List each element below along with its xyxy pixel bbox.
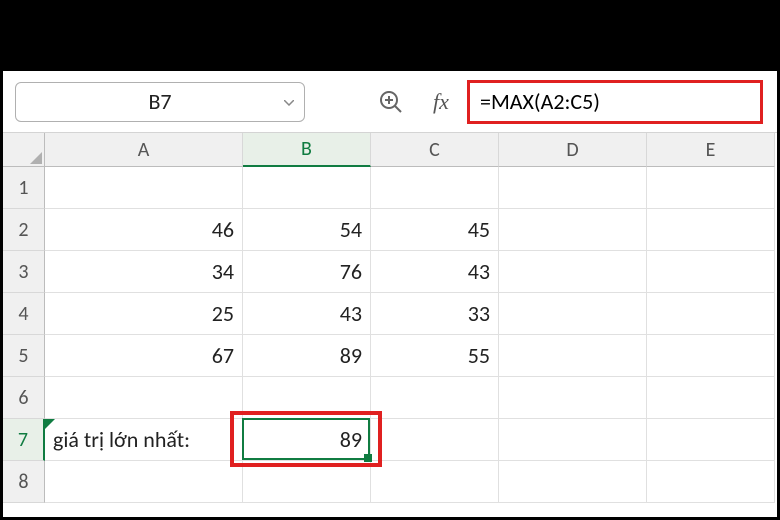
cell-E2[interactable] [647, 209, 775, 251]
formula-bar[interactable]: =MAX(A2:C5) [467, 80, 763, 124]
col-header-A[interactable]: A [45, 133, 243, 167]
col-header-E[interactable]: E [647, 133, 775, 167]
cell-A1[interactable] [45, 167, 243, 209]
col-header-D[interactable]: D [499, 133, 647, 167]
cell-D6[interactable] [499, 377, 647, 419]
select-all-corner[interactable] [3, 133, 45, 167]
cell-A3[interactable]: 34 [45, 251, 243, 293]
corner-triangle-icon [30, 152, 42, 164]
row-headers: 1 2 3 4 5 6 7 8 [3, 167, 45, 503]
row-header-2[interactable]: 2 [3, 209, 45, 251]
cell-A5[interactable]: 67 [45, 335, 243, 377]
cell-C2[interactable]: 45 [371, 209, 499, 251]
cell-E8[interactable] [647, 461, 775, 503]
cell-D7[interactable] [499, 419, 647, 461]
top-border-area [3, 3, 777, 71]
cell-E6[interactable] [647, 377, 775, 419]
cell-C4[interactable]: 33 [371, 293, 499, 335]
cell-E3[interactable] [647, 251, 775, 293]
name-box-value: B7 [148, 88, 171, 115]
cell-E5[interactable] [647, 335, 775, 377]
cell-D5[interactable] [499, 335, 647, 377]
row-header-8[interactable]: 8 [3, 461, 45, 503]
cell-B5[interactable]: 89 [243, 335, 371, 377]
chevron-down-icon[interactable] [284, 93, 294, 110]
cell-A8[interactable] [45, 461, 243, 503]
cell-C1[interactable] [371, 167, 499, 209]
cell-B8[interactable] [243, 461, 371, 503]
row-header-1[interactable]: 1 [3, 167, 45, 209]
formula-toolbar: B7 fx =MAX(A2:C5) [3, 71, 777, 133]
cell-A2[interactable]: 46 [45, 209, 243, 251]
cell-A6[interactable] [45, 377, 243, 419]
cell-B3[interactable]: 76 [243, 251, 371, 293]
cell-E7[interactable] [647, 419, 775, 461]
cell-D1[interactable] [499, 167, 647, 209]
row-header-3[interactable]: 3 [3, 251, 45, 293]
cell-A4[interactable]: 25 [45, 293, 243, 335]
cell-C6[interactable] [371, 377, 499, 419]
cell-D2[interactable] [499, 209, 647, 251]
row-header-6[interactable]: 6 [3, 377, 45, 419]
cells-container: 46 54 45 34 76 43 25 43 33 67 [45, 167, 777, 503]
cell-B2[interactable]: 54 [243, 209, 371, 251]
cell-C7[interactable] [371, 419, 499, 461]
column-headers: A B C D E [45, 133, 777, 167]
cell-B6[interactable] [243, 377, 371, 419]
formula-bar-value: =MAX(A2:C5) [480, 88, 600, 115]
cell-D4[interactable] [499, 293, 647, 335]
zoom-search-icon[interactable] [375, 86, 407, 118]
col-header-B[interactable]: B [243, 133, 371, 167]
cell-B7[interactable]: 89 [243, 419, 371, 461]
cell-C5[interactable]: 55 [371, 335, 499, 377]
cell-A7[interactable]: giá trị lớn nhất: [45, 419, 243, 461]
row-header-4[interactable]: 4 [3, 293, 45, 335]
cell-D3[interactable] [499, 251, 647, 293]
fx-icon[interactable]: fx [425, 86, 457, 118]
row-header-5[interactable]: 5 [3, 335, 45, 377]
row-header-7[interactable]: 7 [3, 419, 45, 461]
name-box[interactable]: B7 [15, 82, 305, 122]
col-header-C[interactable]: C [371, 133, 499, 167]
cell-E1[interactable] [647, 167, 775, 209]
cell-C3[interactable]: 43 [371, 251, 499, 293]
cell-C8[interactable] [371, 461, 499, 503]
cell-B4[interactable]: 43 [243, 293, 371, 335]
cell-E4[interactable] [647, 293, 775, 335]
cell-B1[interactable] [243, 167, 371, 209]
cell-D8[interactable] [499, 461, 647, 503]
